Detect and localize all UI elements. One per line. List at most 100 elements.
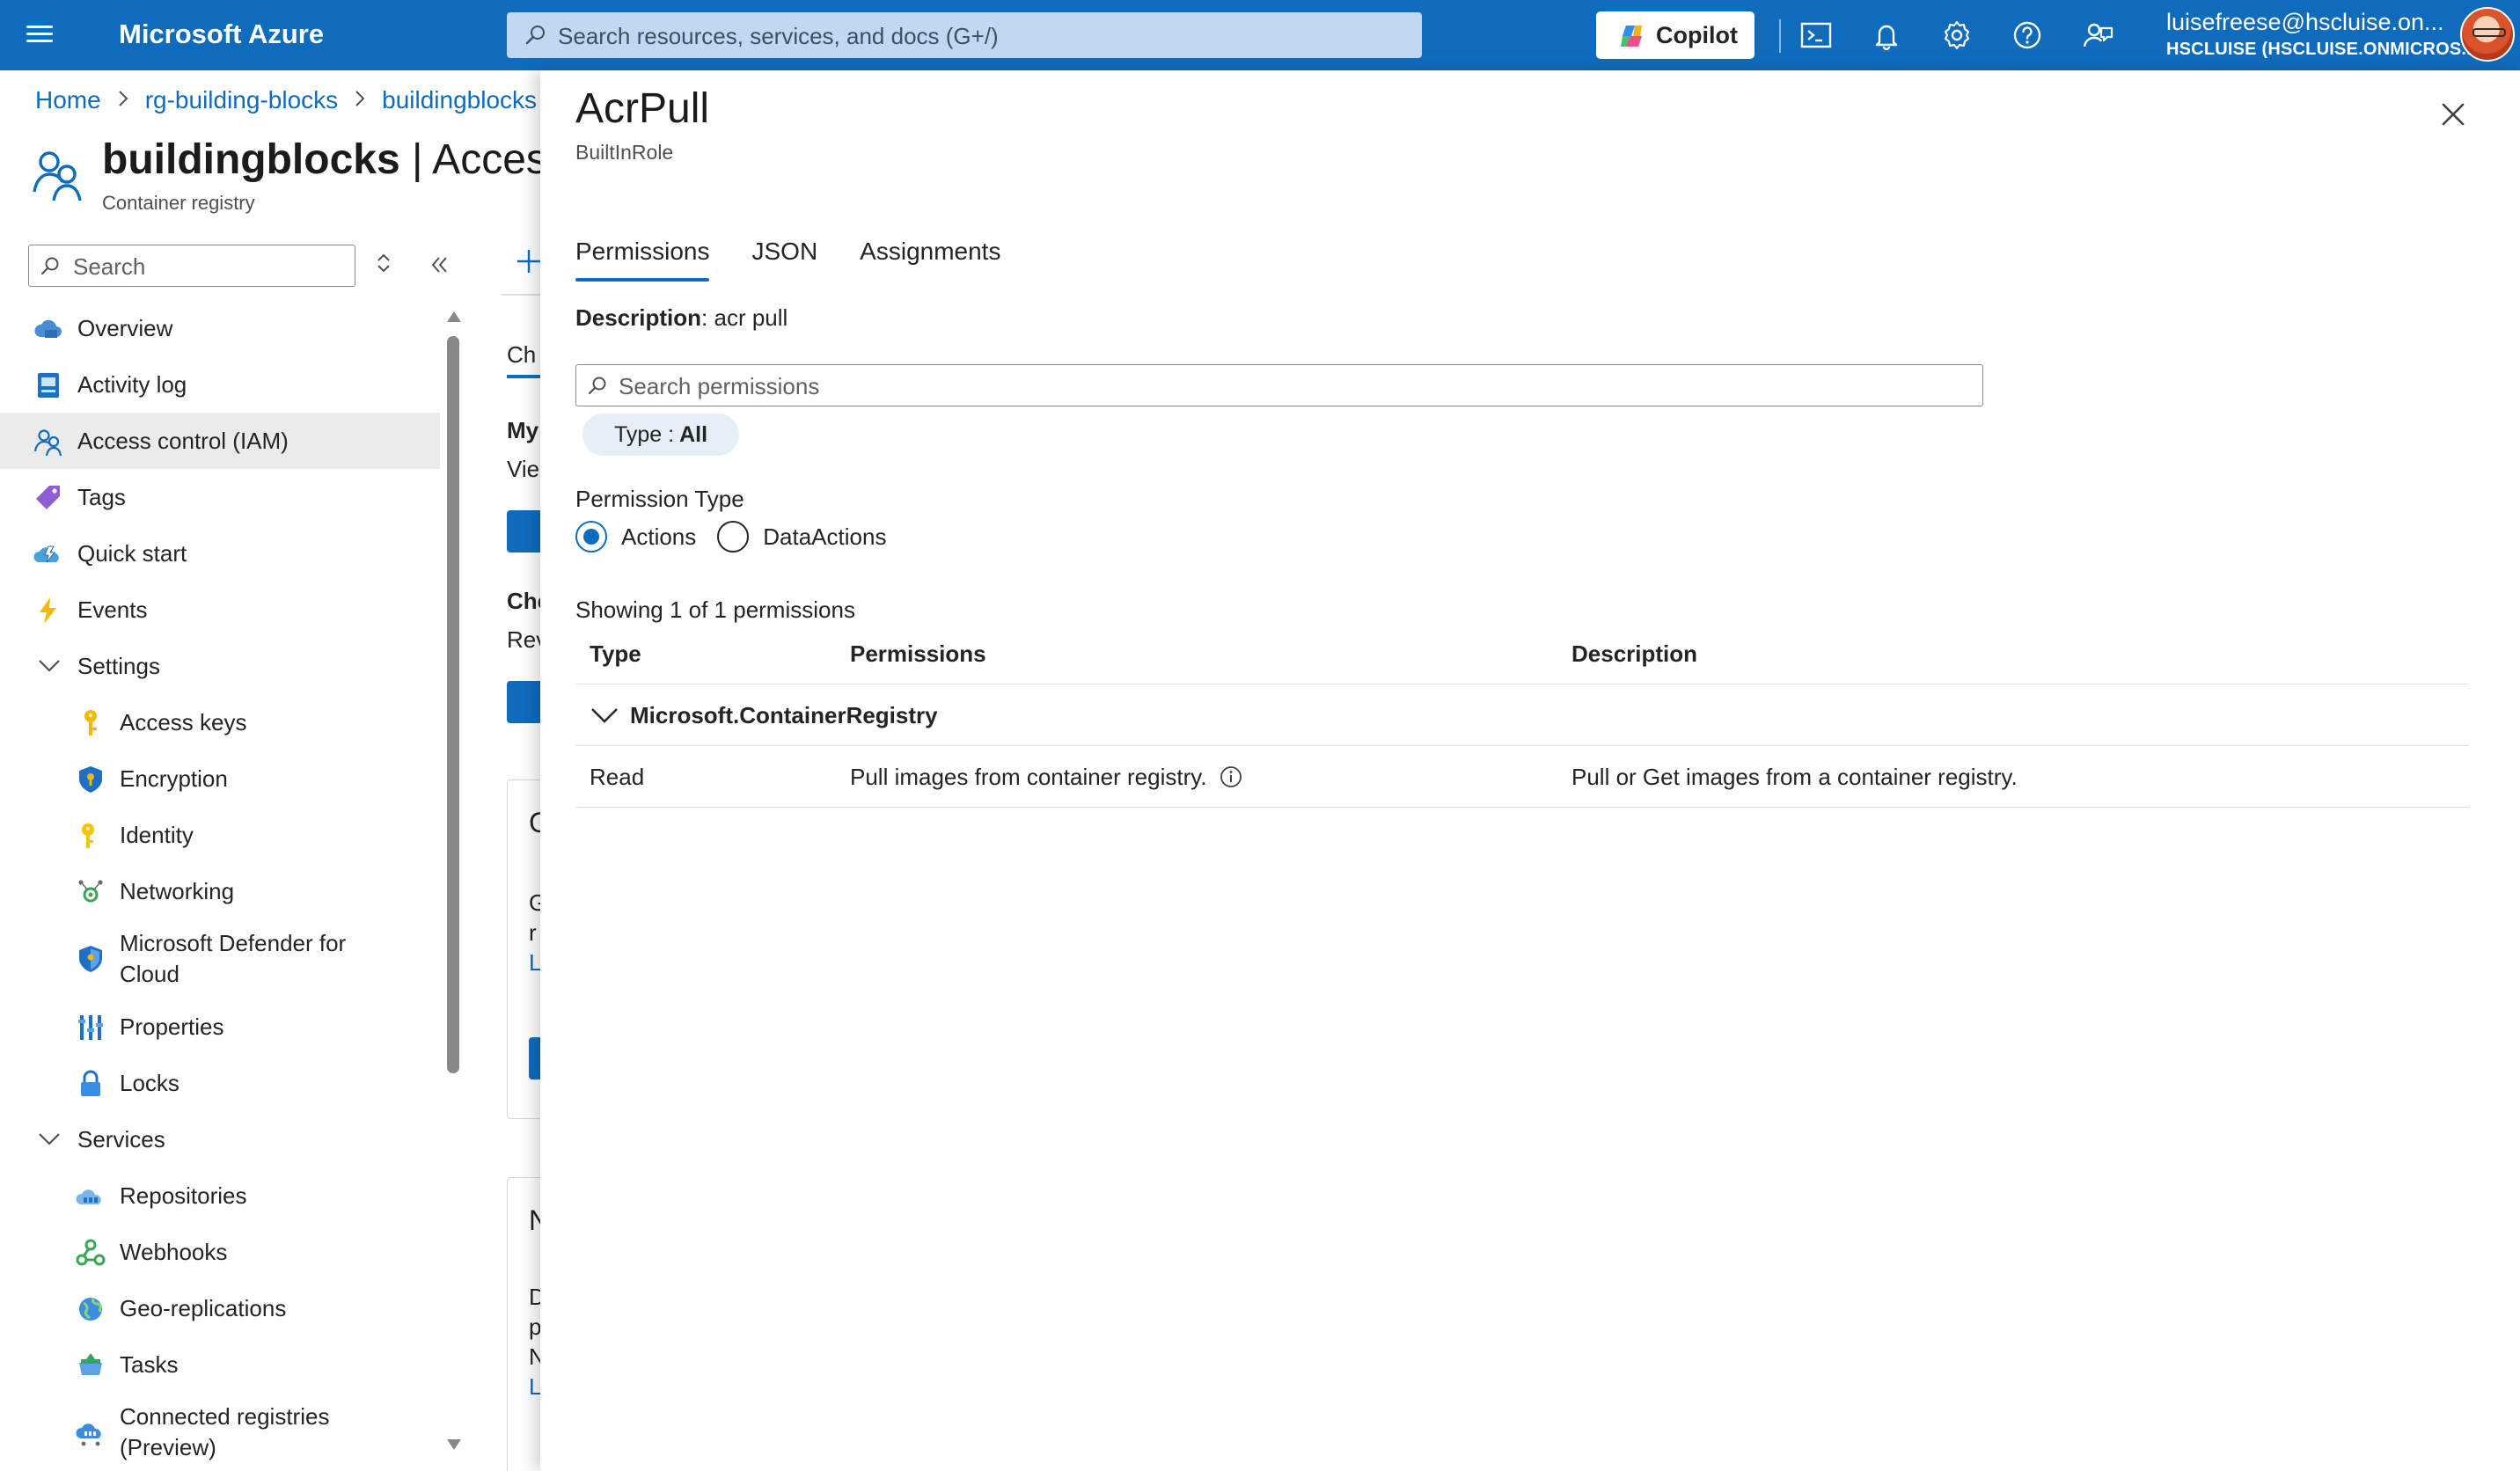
sidebar-item-locks[interactable]: Locks (0, 1055, 440, 1111)
role-details-panel: AcrPull BuiltInRole Permissions JSON Ass… (540, 70, 2520, 1471)
sidebar-scrollbar[interactable] (445, 310, 463, 1462)
help-icon[interactable] (2010, 18, 2045, 53)
search-permissions-placeholder: Search permissions (619, 373, 820, 399)
cell-type: Read (590, 764, 645, 790)
peek-card-text: r (529, 919, 537, 946)
sort-updown-icon[interactable] (375, 252, 392, 274)
sidebar-item-tags[interactable]: Tags (0, 469, 440, 525)
breadcrumb-home[interactable]: Home (35, 86, 101, 114)
panel-title: AcrPull (575, 85, 710, 132)
description-value: : acr pull (701, 304, 788, 331)
global-search-input[interactable]: Search resources, services, and docs (G+… (507, 12, 1422, 58)
notifications-bell-icon[interactable] (1869, 18, 1904, 53)
sidebar-search-input[interactable]: Search (28, 245, 355, 287)
resource-type: Container registry (102, 192, 255, 214)
sidebar-item-events[interactable]: Events (0, 582, 440, 638)
peek-tab[interactable]: Ch (507, 341, 536, 369)
sidebar-item-encryption[interactable]: Encryption (0, 750, 440, 807)
tab-json[interactable]: JSON (751, 234, 817, 282)
sidebar-item-overview[interactable]: Overview (0, 300, 440, 356)
sidebar-item-label: Overview (77, 314, 173, 341)
sidebar-item-activity-log[interactable]: Activity log (0, 356, 440, 413)
close-icon[interactable] (2436, 97, 2471, 132)
copilot-button[interactable]: Copilot (1596, 11, 1754, 59)
identity-key-icon (82, 823, 94, 848)
description-key: Description (575, 304, 702, 331)
breadcrumb-resource-group[interactable]: rg-building-blocks (145, 86, 338, 114)
collapse-sidebar-icon[interactable] (428, 253, 451, 276)
bolt-icon (40, 597, 56, 624)
column-header-type: Type (590, 640, 641, 667)
sidebar-item-label: Connected registries (Preview) (120, 1403, 330, 1460)
sidebar-item-repositories[interactable]: Repositories (0, 1167, 440, 1224)
sidebar-item-webhooks[interactable]: Webhooks (0, 1224, 440, 1280)
log-icon (38, 373, 59, 398)
table-group-row[interactable]: Microsoft.ContainerRegistry (575, 684, 2469, 746)
sidebar-item-label: Microsoft Defender for Cloud (120, 930, 347, 987)
tab-assignments[interactable]: Assignments (860, 234, 1000, 282)
type-filter-key: Type : (614, 421, 675, 447)
sidebar-item-label: Properties (120, 1013, 224, 1040)
permission-type-label: Permission Type (575, 486, 744, 512)
chevron-right-icon (117, 86, 129, 114)
cell-permission: Pull images from container registry. (850, 764, 1207, 790)
search-icon (525, 26, 545, 45)
feedback-icon[interactable] (2080, 18, 2115, 53)
top-bar: Microsoft Azure Search resources, servic… (0, 0, 2520, 70)
quickstart-icon (33, 545, 59, 563)
peek-heading-1: My (507, 417, 539, 443)
brand-title[interactable]: Microsoft Azure (119, 18, 324, 50)
type-filter-pill[interactable]: Type : All (582, 413, 740, 456)
topbar-divider (1779, 19, 1781, 53)
scroll-up-arrow-icon[interactable] (446, 310, 462, 324)
key-icon (84, 710, 97, 736)
sidebar-item-defender[interactable]: Microsoft Defender for Cloud (0, 919, 440, 999)
search-permissions-input[interactable]: Search permissions (575, 364, 1983, 406)
sidebar-item-access-keys[interactable]: Access keys (0, 694, 440, 750)
tag-icon (36, 486, 60, 509)
scrollbar-thumb[interactable] (447, 336, 459, 1073)
sidebar-item-geo-replications[interactable]: Geo-replications (0, 1280, 440, 1336)
cloud-shell-icon[interactable] (1798, 18, 1834, 53)
sidebar-item-access-control[interactable]: Access control (IAM) (0, 413, 440, 469)
sidebar-item-label: Access keys (120, 708, 247, 736)
webhook-icon (76, 1239, 106, 1266)
info-icon[interactable] (1220, 765, 1242, 788)
global-search-placeholder: Search resources, services, and docs (G+… (558, 23, 999, 49)
add-icon[interactable] (516, 248, 542, 274)
settings-gear-icon[interactable] (1939, 18, 1974, 53)
menu-icon[interactable] (26, 21, 58, 49)
copilot-logo-icon (1621, 26, 1642, 47)
sidebar-group-settings[interactable]: Settings (0, 638, 440, 694)
column-header-permissions: Permissions (850, 640, 986, 667)
results-count: Showing 1 of 1 permissions (575, 596, 855, 623)
main-content-peek: Ch My Vie Che Rev G G r L N D p N L (493, 229, 546, 1471)
column-header-description: Description (1571, 640, 1698, 667)
tasks-icon (79, 1353, 102, 1375)
sidebar-item-quick-start[interactable]: Quick start (0, 525, 440, 582)
panel-subtitle: BuiltInRole (575, 141, 674, 164)
avatar[interactable] (2460, 7, 2515, 62)
breadcrumb-resource[interactable]: buildingblocks (382, 86, 537, 114)
role-description: Description: acr pull (575, 304, 788, 332)
account-user: luisefreese@hscluise.on... (2166, 9, 2444, 35)
chevron-right-icon (354, 86, 366, 114)
globe-icon (79, 1298, 102, 1321)
tab-permissions[interactable]: Permissions (575, 234, 710, 282)
repositories-icon (76, 1189, 101, 1204)
account-menu[interactable]: luisefreese@hscluise.on... HSCLUISE (HSC… (2166, 9, 2477, 60)
sidebar-group-services[interactable]: Services (0, 1111, 440, 1167)
sidebar-item-identity[interactable]: Identity (0, 807, 440, 863)
sidebar-item-networking[interactable]: Networking (0, 863, 440, 919)
radio-actions[interactable]: Actions (575, 521, 696, 553)
sidebar-item-properties[interactable]: Properties (0, 999, 440, 1055)
page-title: buildingblocks | Access (102, 135, 568, 184)
properties-icon (78, 1015, 103, 1040)
resource-name: buildingblocks (102, 136, 400, 183)
azure-portal-window: Microsoft Azure Search resources, servic… (0, 0, 2520, 1471)
scroll-down-arrow-icon[interactable] (446, 1438, 462, 1452)
sidebar-item-label: Tags (77, 483, 126, 510)
sidebar-item-connected-registries[interactable]: Connected registries (Preview) (0, 1393, 440, 1471)
radio-dataactions[interactable]: DataActions (717, 521, 886, 553)
sidebar-item-tasks[interactable]: Tasks (0, 1336, 440, 1393)
